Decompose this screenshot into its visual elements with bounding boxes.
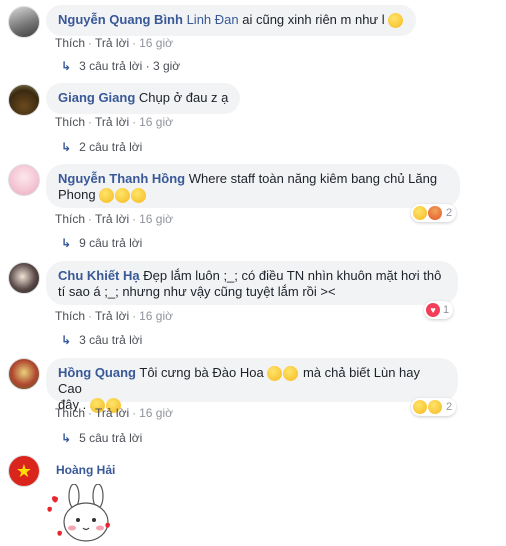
comment-text: Tôi cưng bà Đào Hoa: [136, 365, 264, 380]
view-replies[interactable]: ↳ 3 câu trả lời: [61, 333, 142, 347]
replies-label: 3 câu trả lời: [79, 333, 143, 347]
like-link[interactable]: Thích: [55, 309, 85, 323]
sad-reaction-icon: [428, 400, 442, 414]
like-link[interactable]: Thích: [55, 406, 85, 420]
avatar[interactable]: [8, 164, 40, 196]
reaction-summary[interactable]: 2: [411, 204, 457, 222]
avatar[interactable]: [8, 262, 40, 294]
smile-emoji-icon: [388, 13, 404, 29]
author-name[interactable]: Nguyễn Quang Bình: [58, 12, 183, 27]
comment-actions: Thích · Trả lời · 16 giờ: [55, 212, 173, 226]
reply-link[interactable]: Trả lời: [95, 406, 129, 420]
comment-bubble: Giang Giang Chụp ở đau z ạ: [46, 83, 241, 114]
sad-emoji-icon: [131, 188, 147, 204]
like-link[interactable]: Thích: [55, 212, 85, 226]
comment-bubble: Nguyễn Quang Bình Linh Đan ai cũng xinh …: [46, 5, 417, 36]
author-name[interactable]: Hoàng Hải: [56, 463, 115, 477]
reply-link[interactable]: Trả lời: [95, 212, 129, 226]
reply-arrow-icon: ↳: [61, 59, 72, 73]
sad-emoji-icon: [99, 188, 115, 204]
reaction-summary[interactable]: ♥ 1: [424, 301, 454, 319]
angry-reaction-icon: [428, 206, 442, 220]
replies-label: 2 câu trả lời: [79, 140, 143, 154]
avatar[interactable]: [8, 6, 40, 38]
reaction-summary[interactable]: 2: [411, 398, 457, 416]
haha-reaction-icon: [413, 206, 427, 220]
view-replies[interactable]: ↳ 5 câu trả lời: [61, 431, 142, 445]
comment-bubble: Chu Khiết Hạ Đẹp lắm luôn ;_; có điều TN…: [46, 261, 458, 305]
avatar[interactable]: [8, 84, 40, 116]
timestamp[interactable]: 16 giờ: [139, 212, 173, 226]
like-link[interactable]: Thích: [55, 115, 85, 129]
comment-text: ai cũng xinh riên m như l: [238, 12, 385, 27]
comment-bubble: Hồng Quang Tôi cưng bà Đào Hoa mà chả bi…: [46, 358, 458, 414]
reaction-count: 2: [446, 401, 453, 413]
comment-actions: Thích · Trả lời · 16 giờ: [55, 115, 173, 129]
replies-label: 3 câu trả lời · 3 giờ: [79, 59, 181, 73]
reaction-count: 1: [443, 304, 450, 316]
author-name[interactable]: Nguyễn Thanh Hồng: [58, 171, 185, 186]
comment-actions: Thích · Trả lời · 16 giờ: [55, 406, 173, 420]
reply-link[interactable]: Trả lời: [95, 115, 129, 129]
mention-link[interactable]: Linh Đan: [187, 12, 239, 27]
author-name[interactable]: Chu Khiết Hạ: [58, 268, 140, 283]
timestamp[interactable]: 16 giờ: [139, 309, 173, 323]
timestamp[interactable]: 16 giờ: [139, 115, 173, 129]
bunny-sticker[interactable]: [44, 483, 124, 543]
timestamp[interactable]: 16 giờ: [139, 406, 173, 420]
avatar[interactable]: [8, 358, 40, 390]
comment-actions: Thích · Trả lời · 16 giờ: [55, 36, 173, 50]
reply-arrow-icon: ↳: [61, 431, 72, 445]
reply-link[interactable]: Trả lời: [95, 309, 129, 323]
comment-bubble: Nguyễn Thanh Hồng Where staff toàn năng …: [46, 164, 460, 208]
view-replies[interactable]: ↳ 9 câu trả lời: [61, 236, 142, 250]
view-replies[interactable]: ↳ 2 câu trả lời: [61, 140, 142, 154]
laughing-emoji-icon: [283, 366, 299, 382]
reply-link[interactable]: Trả lời: [95, 36, 129, 50]
replies-label: 5 câu trả lời: [79, 431, 143, 445]
comment-text: Where staff toàn năng kiêm bang chủ Lăng: [185, 171, 438, 186]
replies-label: 9 câu trả lời: [79, 236, 143, 250]
haha-reaction-icon: [413, 400, 427, 414]
avatar[interactable]: ★: [8, 455, 40, 487]
reaction-count: 2: [446, 207, 453, 219]
star-icon: ★: [15, 461, 33, 481]
laughing-emoji-icon: [267, 366, 283, 382]
like-link[interactable]: Thích: [55, 36, 85, 50]
comment-actions: Thích · Trả lời · 16 giờ: [55, 309, 173, 323]
sad-emoji-icon: [115, 188, 131, 204]
comment-text: Chụp ở đau z ạ: [135, 90, 229, 105]
comment-text-line2: tí sao á ;_; nhưng như vậy cũng tuyệt lắ…: [58, 284, 336, 299]
love-reaction-icon: ♥: [426, 303, 440, 317]
timestamp[interactable]: 16 giờ: [139, 36, 173, 50]
comment-text-line2: Phong: [58, 187, 96, 202]
view-replies[interactable]: ↳ 3 câu trả lời · 3 giờ: [61, 59, 180, 73]
author-name[interactable]: Giang Giang: [58, 90, 135, 105]
reply-arrow-icon: ↳: [61, 140, 72, 154]
reply-arrow-icon: ↳: [61, 236, 72, 250]
reply-arrow-icon: ↳: [61, 333, 72, 347]
comment-text: Đẹp lắm luôn ;_; có điều TN nhìn khuôn m…: [139, 268, 442, 283]
author-name[interactable]: Hồng Quang: [58, 365, 136, 380]
